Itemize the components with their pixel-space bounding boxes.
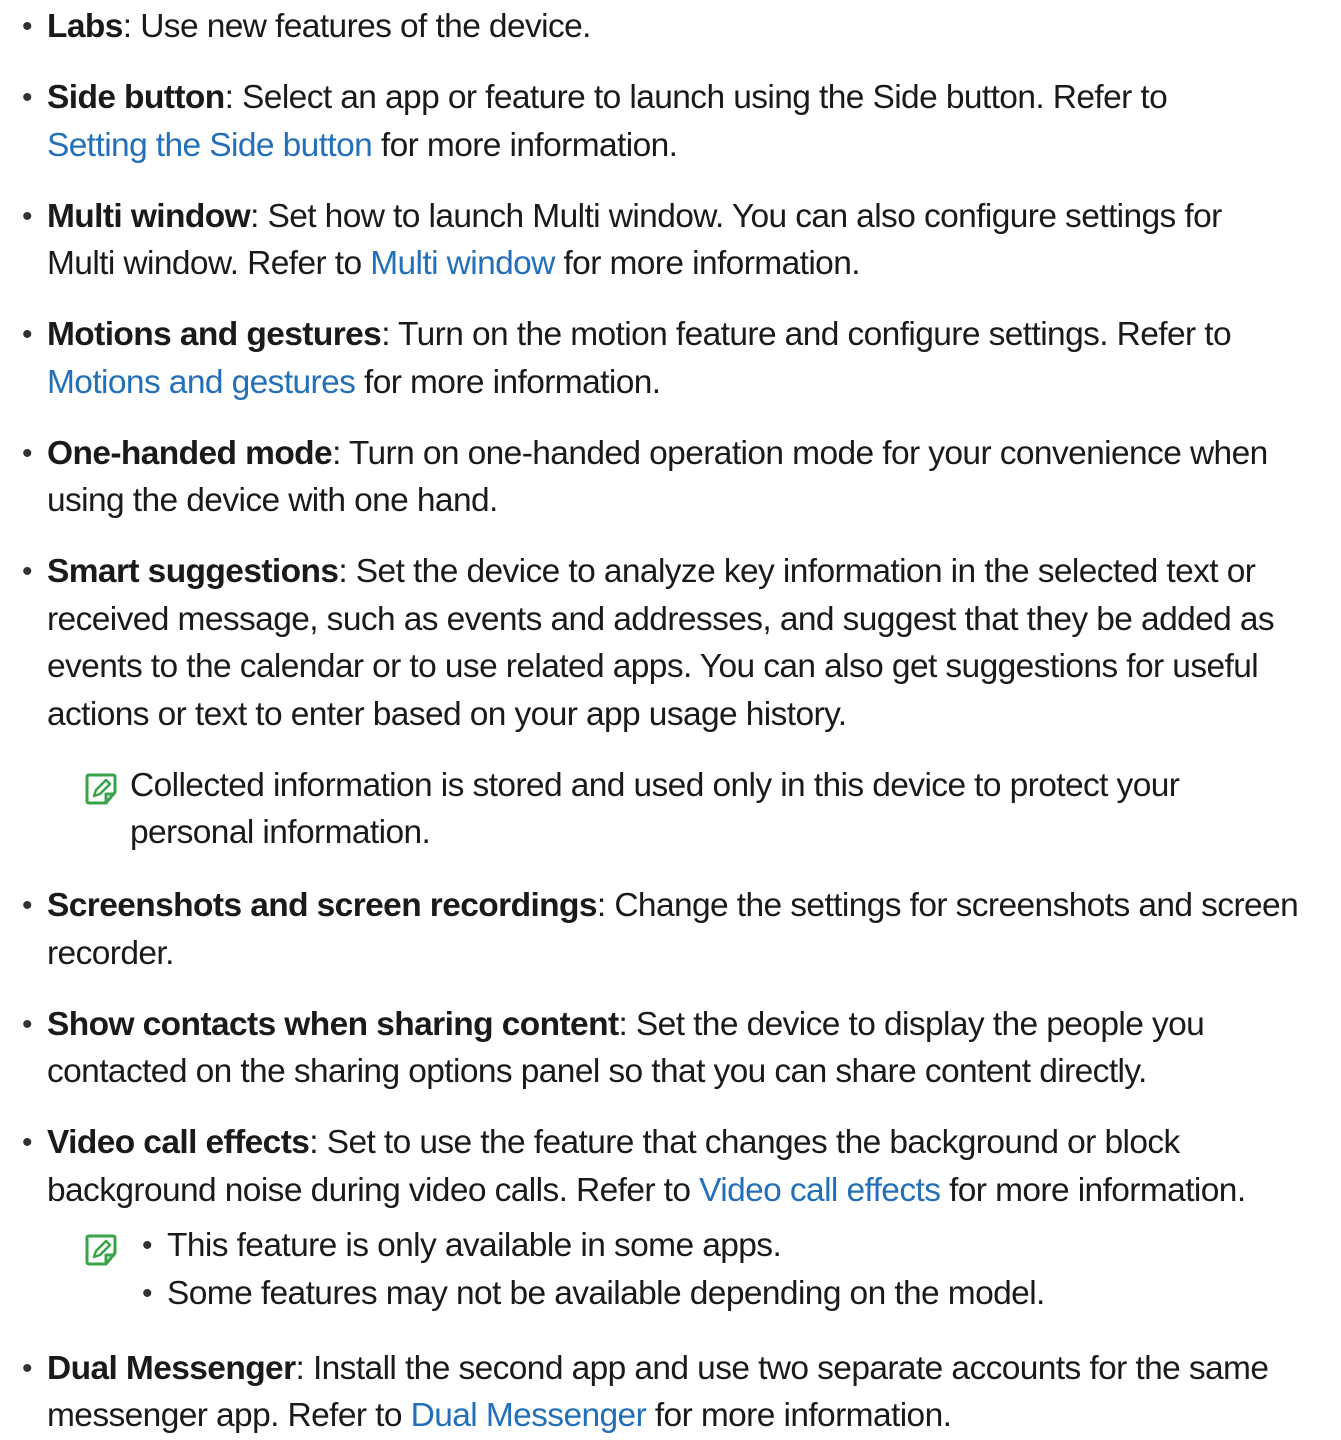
term-screenshots-and-screen-recordings: Screenshots and screen recordings xyxy=(47,887,598,924)
bullet: • xyxy=(22,889,33,922)
note-bullet-text: This feature is only available in some a… xyxy=(167,1227,782,1264)
link-motions-and-gestures[interactable]: Motions and gestures xyxy=(47,364,356,401)
term-multi-window: Multi window xyxy=(47,197,251,235)
description-text: : Turn on the motion feature and configu… xyxy=(381,316,1232,353)
list-item-text: Labs: Use new features of the device. xyxy=(47,3,1337,51)
description-text: messenger app. Refer to xyxy=(47,1397,411,1434)
text-line: Video call effects: Set to use the featu… xyxy=(47,1119,1337,1167)
list-item-text: One-handed mode: Turn on one-handed oper… xyxy=(47,430,1337,525)
text-line: Screenshots and screen recordings: Chang… xyxy=(47,882,1337,930)
term-show-contacts-when-sharing-content: Show contacts when sharing content xyxy=(47,1005,619,1043)
text-line: contacted on the sharing options panel s… xyxy=(47,1048,1337,1096)
description-text: : Set the device to display the people y… xyxy=(618,1005,1205,1043)
note-text: Collected information is stored and used… xyxy=(130,762,1330,857)
bullet: • xyxy=(22,436,33,470)
description-text: actions or text to enter based on your a… xyxy=(47,695,847,733)
link-dual-messenger[interactable]: Dual Messenger xyxy=(411,1397,647,1434)
text-line: Dual Messenger: Install the second app a… xyxy=(47,1345,1337,1393)
list-item-text: Dual Messenger: Install the second app a… xyxy=(47,1345,1337,1440)
description-text: for more information. xyxy=(646,1397,952,1434)
term-smart-suggestions: Smart suggestions xyxy=(47,553,339,590)
link-multi-window[interactable]: Multi window xyxy=(370,245,555,282)
text-line: events to the calendar or to use related… xyxy=(47,643,1337,691)
description-text: for more information. xyxy=(554,245,860,282)
text-line: personal information. xyxy=(130,814,431,851)
settings-feature-list: • Labs: Use new features of the device. … xyxy=(0,0,1341,1434)
list-item-text: Smart suggestions: Set the device to ana… xyxy=(47,548,1337,738)
list-item-text: Motions and gestures: Turn on the motion… xyxy=(47,311,1337,406)
list-item-text: Multi window: Set how to launch Multi wi… xyxy=(47,193,1337,288)
list-item-text: Video call effects: Set to use the featu… xyxy=(47,1119,1337,1214)
link-video-call-effects[interactable]: Video call effects xyxy=(699,1172,941,1209)
sub-bullet: • xyxy=(142,1229,153,1262)
link-setting-the-side-button[interactable]: Setting the Side button xyxy=(47,127,373,164)
bullet: • xyxy=(22,81,33,114)
term-video-call-effects: Video call effects xyxy=(47,1124,310,1161)
text-line: Multi window. Refer to Multi window for … xyxy=(47,240,1337,288)
text-line: Smart suggestions: Set the device to ana… xyxy=(47,548,1337,596)
list-item-text: Show contacts when sharing content: Set … xyxy=(47,1001,1337,1096)
text-line: recorder. xyxy=(47,930,1337,978)
text-line: using the device with one hand. xyxy=(47,477,1337,525)
description-text: for more information. xyxy=(372,126,678,164)
note-icon xyxy=(85,773,117,805)
term-labs: Labs xyxy=(47,8,123,45)
text-line: Show contacts when sharing content: Set … xyxy=(47,1001,1337,1049)
bullet: • xyxy=(22,555,33,588)
term-dual-messenger: Dual Messenger xyxy=(47,1349,296,1387)
text-line: Side button: Select an app or feature to… xyxy=(47,74,1337,122)
text-line: Collected information is stored and used… xyxy=(130,766,1180,804)
description-text: for more information. xyxy=(940,1171,1246,1209)
bullet: • xyxy=(22,10,33,43)
text-line: Motions and gestures: Turn on the motion… xyxy=(47,311,1337,359)
term-side-button: Side button xyxy=(47,79,225,116)
description-text: : Set the device to analyze key informat… xyxy=(338,553,1256,590)
text-line: Setting the Side button for more informa… xyxy=(47,122,1337,170)
description-text: : Turn on one-handed operation mode for … xyxy=(332,434,1268,472)
list-item-text: Side button: Select an app or feature to… xyxy=(47,74,1337,169)
description-text: events to the calendar or to use related… xyxy=(47,648,1259,685)
description-text: Multi window. Refer to xyxy=(47,245,371,282)
bullet: • xyxy=(22,1007,33,1041)
description-text: background noise during video calls. Ref… xyxy=(47,1171,700,1209)
term-motions-and-gestures: Motions and gestures xyxy=(47,316,382,353)
list-item-text: Screenshots and screen recordings: Chang… xyxy=(47,882,1337,977)
term-one-handed-mode: One-handed mode xyxy=(47,434,333,472)
description-text: contacted on the sharing options panel s… xyxy=(47,1053,1147,1090)
description-text: : Set how to launch Multi window. You ca… xyxy=(250,197,1222,235)
text-line: messenger app. Refer to Dual Messenger f… xyxy=(47,1392,1337,1440)
text-line: One-handed mode: Turn on one-handed oper… xyxy=(47,430,1337,478)
note-bullet-text: Some features may not be available depen… xyxy=(167,1274,1045,1312)
description-text: for more information. xyxy=(355,363,661,401)
text-line: background noise during video calls. Ref… xyxy=(47,1167,1337,1215)
description-text: : Select an app or feature to launch usi… xyxy=(224,79,1168,116)
text-line: Labs: Use new features of the device. xyxy=(47,3,1337,51)
text-line: received message, such as events and add… xyxy=(47,596,1337,644)
description-text: : Install the second app and use two sep… xyxy=(295,1349,1269,1387)
description-text: : Set to use the feature that changes th… xyxy=(309,1124,1180,1161)
description-text: received message, such as events and add… xyxy=(47,600,1275,638)
sub-bullet: • xyxy=(142,1276,153,1310)
description-text: recorder. xyxy=(47,934,174,972)
description-text: : Use new features of the device. xyxy=(122,8,592,45)
bullet: • xyxy=(22,1126,33,1159)
text-line: actions or text to enter based on your a… xyxy=(47,691,1337,739)
text-line: Motions and gestures for more informatio… xyxy=(47,359,1337,407)
note-icon xyxy=(85,1234,117,1266)
description-text: : Change the settings for screenshots an… xyxy=(596,887,1299,924)
description-text: using the device with one hand. xyxy=(47,482,498,519)
text-line: Multi window: Set how to launch Multi wi… xyxy=(47,193,1337,241)
bullet: • xyxy=(22,199,33,233)
bullet: • xyxy=(22,318,33,351)
bullet: • xyxy=(22,1351,33,1385)
